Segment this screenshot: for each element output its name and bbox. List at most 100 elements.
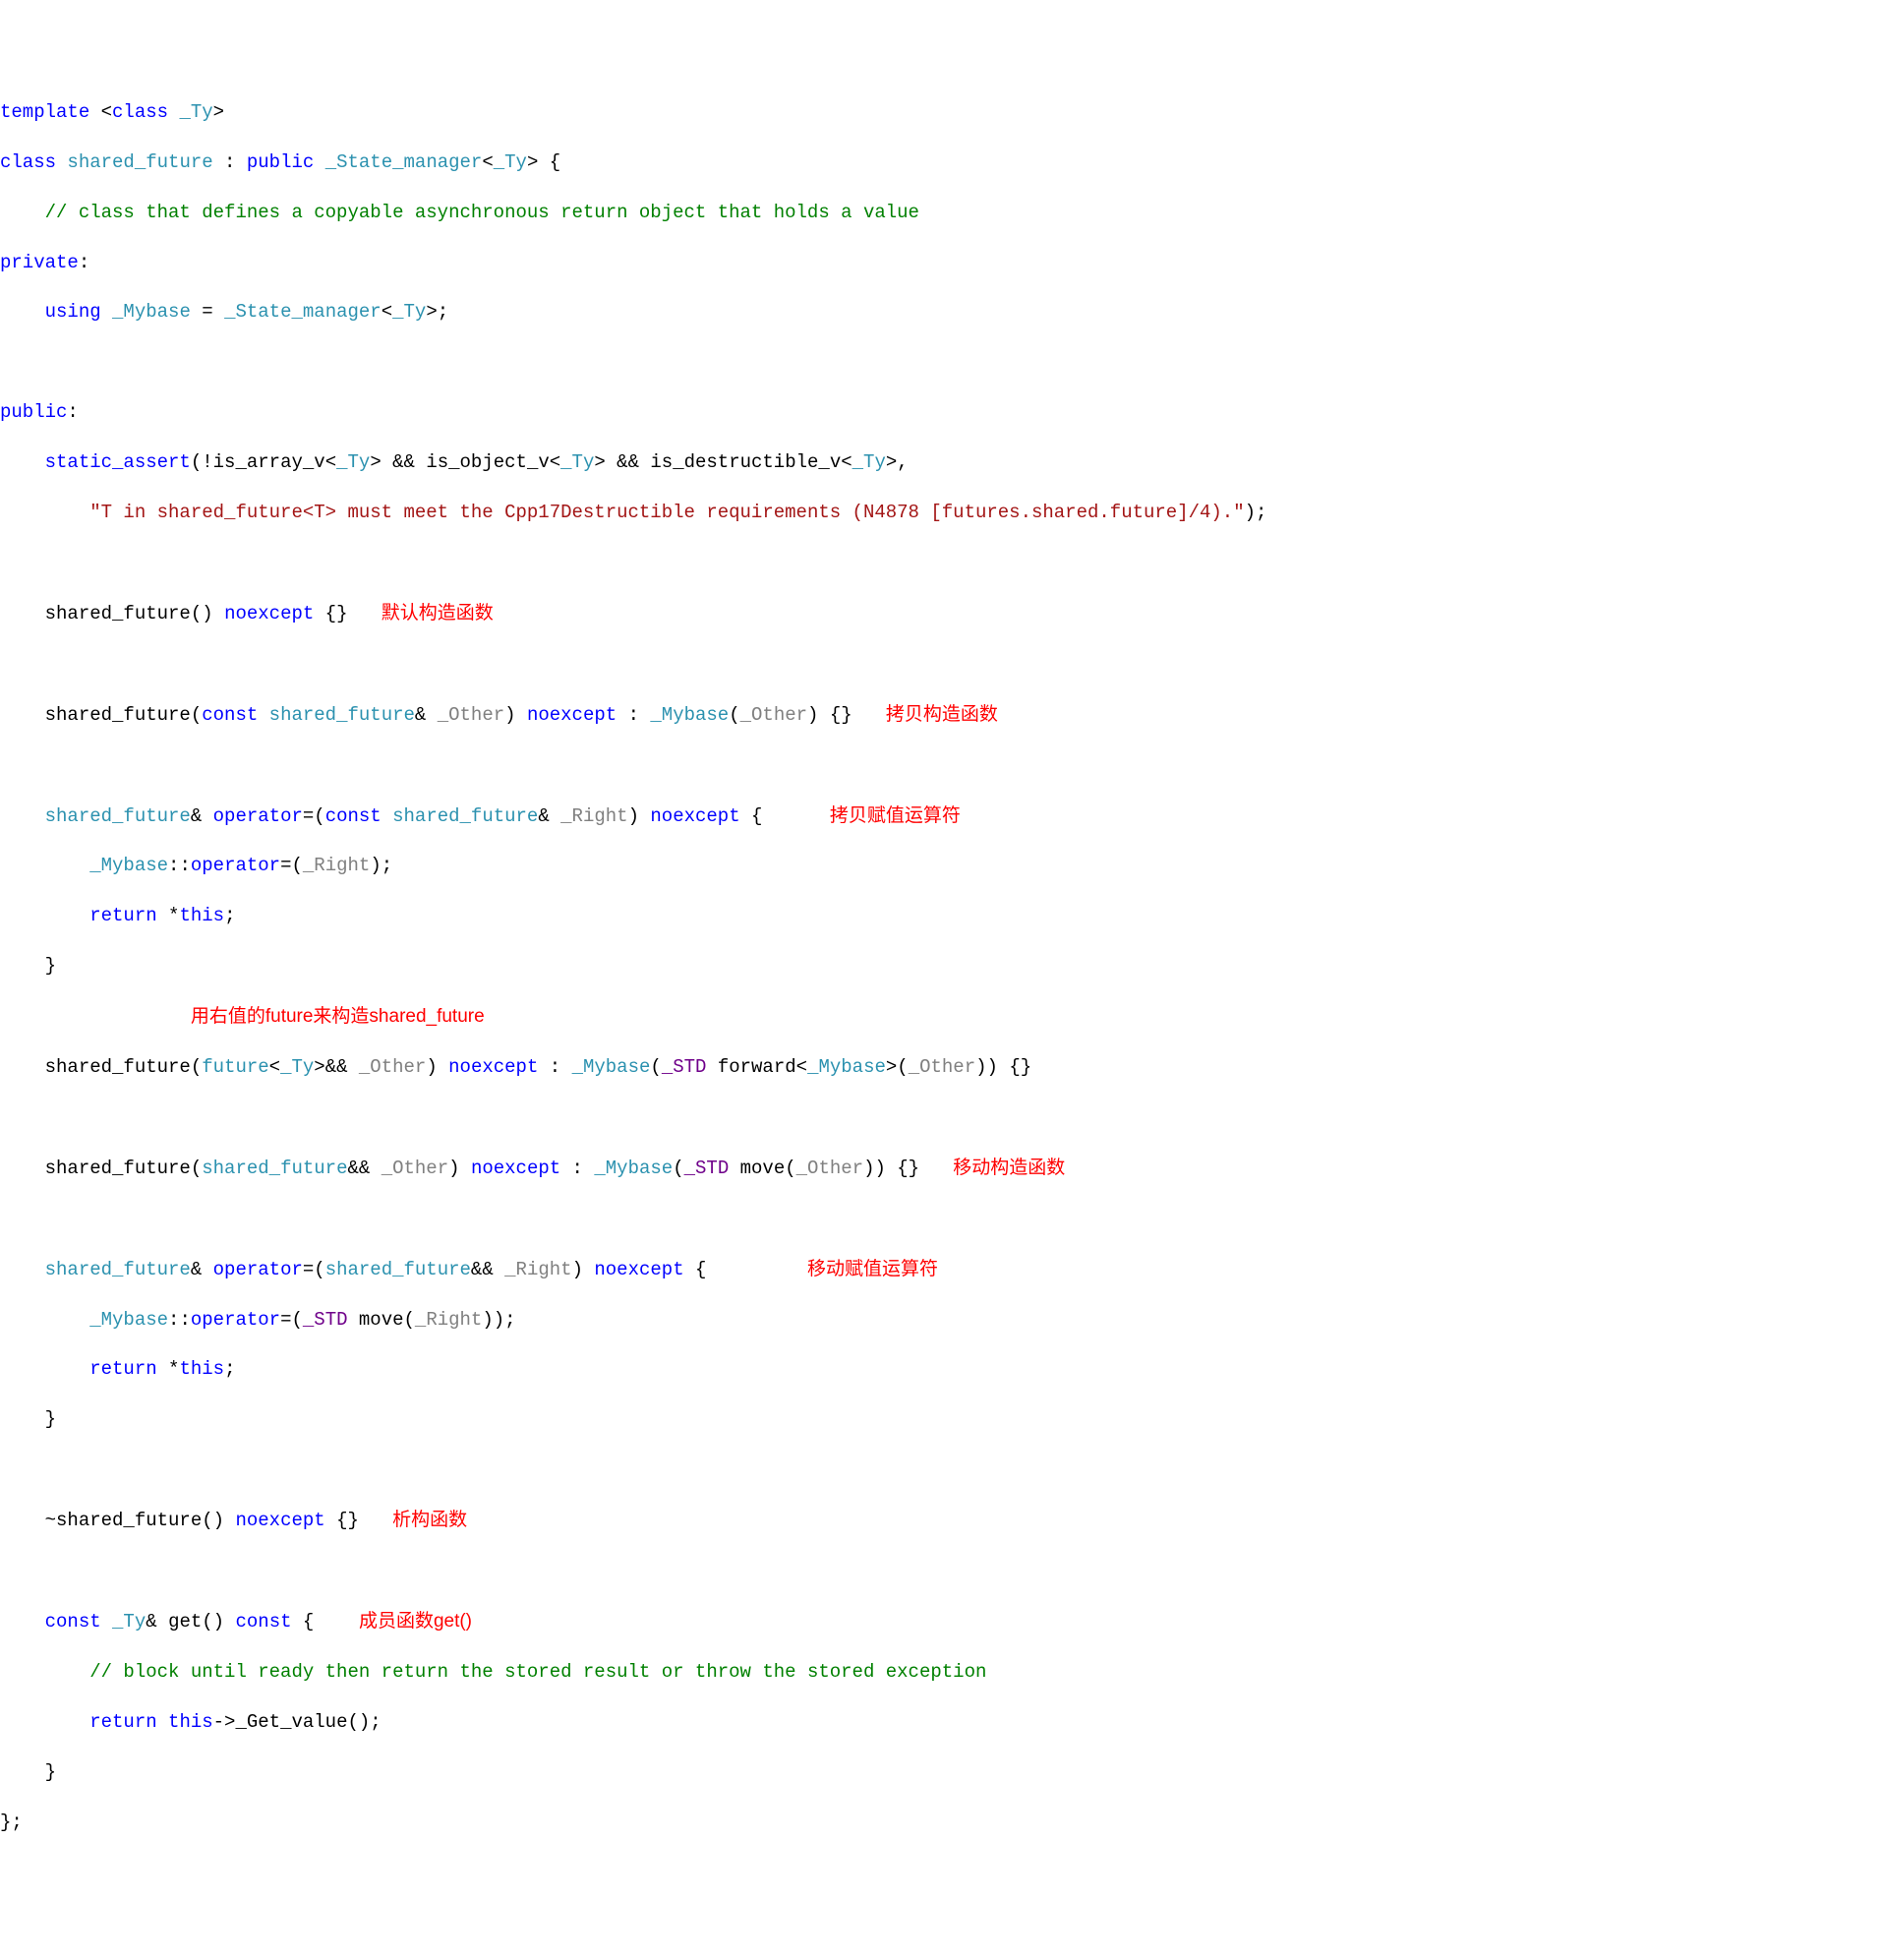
code-line: // class that defines a copyable asynchr…	[0, 201, 1880, 225]
code-line	[0, 652, 1880, 677]
is-array-v: is_array_v	[213, 451, 325, 473]
macro-std: _STD	[684, 1158, 730, 1179]
keyword-const: const	[325, 805, 382, 827]
code-line: template <class _Ty>	[0, 100, 1880, 125]
code-line	[0, 1559, 1880, 1583]
code-line: shared_future& operator=(const shared_fu…	[0, 803, 1880, 829]
shared-future-ctor: shared_future	[45, 704, 191, 726]
code-line: const _Ty& get() const { 成员函数get()	[0, 1609, 1880, 1634]
keyword-noexcept: noexcept	[594, 1259, 683, 1280]
code-line: public:	[0, 400, 1880, 425]
type-state-manager: _State_manager	[224, 301, 382, 323]
keyword-return: return	[89, 1358, 156, 1380]
code-line: return *this;	[0, 904, 1880, 928]
type-ty: _Ty	[280, 1056, 314, 1078]
type-ty: _Ty	[560, 451, 594, 473]
keyword-const: const	[45, 1611, 101, 1633]
type-ty: _Ty	[336, 451, 370, 473]
code-line: return this->_Get_value();	[0, 1710, 1880, 1735]
code-line	[0, 350, 1880, 375]
type-state-manager: _State_manager	[325, 151, 483, 173]
type-shared-future: shared_future	[392, 805, 538, 827]
comment: // class that defines a copyable asynchr…	[45, 202, 919, 223]
type-ty: _Ty	[112, 1611, 146, 1633]
code-line	[0, 1105, 1880, 1130]
keyword-noexcept: noexcept	[448, 1056, 538, 1078]
type-ty: _Ty	[494, 151, 527, 173]
type-future: future	[202, 1056, 268, 1078]
keyword-class: class	[112, 101, 168, 123]
keyword-operator: operator	[191, 1309, 280, 1331]
keyword-public: public	[0, 401, 67, 423]
param-right: _Right	[303, 855, 370, 876]
keyword-this: this	[168, 1711, 213, 1733]
keyword-public: public	[247, 151, 314, 173]
code-line	[0, 753, 1880, 778]
type-shared-future: shared_future	[67, 151, 212, 173]
annotation-dtor: 析构函数	[392, 1510, 467, 1530]
is-object-v: is_object_v	[426, 451, 549, 473]
keyword-noexcept: noexcept	[650, 805, 739, 827]
keyword-operator: operator	[213, 1259, 303, 1280]
code-line: };	[0, 1811, 1880, 1835]
func-move: move	[740, 1158, 786, 1179]
code-line: // block until ready then return the sto…	[0, 1660, 1880, 1685]
annotation-default-ctor: 默认构造函数	[382, 603, 494, 624]
code-line: }	[0, 1407, 1880, 1432]
type-shared-future: shared_future	[45, 805, 191, 827]
code-line: shared_future(shared_future&& _Other) no…	[0, 1156, 1880, 1181]
func-get-value: _Get_value	[235, 1711, 347, 1733]
func-get: get	[168, 1611, 202, 1633]
code-line: shared_future() noexcept {} 默认构造函数	[0, 601, 1880, 626]
type-ty: _Ty	[179, 101, 212, 123]
keyword-noexcept: noexcept	[224, 603, 314, 624]
keyword-noexcept: noexcept	[235, 1510, 324, 1531]
keyword-noexcept: noexcept	[527, 704, 617, 726]
comment: // block until ready then return the sto…	[89, 1661, 986, 1683]
code-line: _Mybase::operator=(_Right);	[0, 854, 1880, 878]
keyword-template: template	[0, 101, 89, 123]
type-mybase: _Mybase	[89, 1309, 168, 1331]
code-line	[0, 1207, 1880, 1231]
annotation-move-assign: 移动赋值运算符	[807, 1259, 938, 1279]
param-other: _Other	[359, 1056, 426, 1078]
annotation-copy-assign: 拷贝赋值运算符	[830, 805, 961, 826]
code-line: _Mybase::operator=(_STD move(_Right));	[0, 1308, 1880, 1333]
shared-future-dtor: shared_future	[56, 1510, 202, 1531]
code-line: }	[0, 954, 1880, 979]
param-other: _Other	[796, 1158, 863, 1179]
code-line: private:	[0, 251, 1880, 275]
keyword-operator: operator	[191, 855, 280, 876]
code-line	[0, 551, 1880, 575]
keyword-noexcept: noexcept	[471, 1158, 560, 1179]
keyword-const: const	[202, 704, 258, 726]
type-mybase: _Mybase	[572, 1056, 651, 1078]
param-other: _Other	[909, 1056, 975, 1078]
type-shared-future: shared_future	[325, 1259, 471, 1280]
code-line: using _Mybase = _State_manager<_Ty>;	[0, 300, 1880, 325]
type-mybase: _Mybase	[89, 855, 168, 876]
annotation-copy-ctor: 拷贝构造函数	[886, 704, 998, 725]
static-assert: static_assert	[45, 451, 191, 473]
code-line: return *this;	[0, 1357, 1880, 1382]
type-mybase: _Mybase	[594, 1158, 673, 1179]
annotation-move-ctor: 移动构造函数	[953, 1158, 1065, 1178]
type-mybase: _Mybase	[112, 301, 191, 323]
code-line: "T in shared_future<T> must meet the Cpp…	[0, 501, 1880, 525]
code-line: shared_future& operator=(shared_future&&…	[0, 1257, 1880, 1282]
type-shared-future: shared_future	[202, 1158, 347, 1179]
type-mybase: _Mybase	[650, 704, 729, 726]
func-forward: forward	[718, 1056, 796, 1078]
func-move: move	[359, 1309, 404, 1331]
code-line	[0, 1457, 1880, 1482]
shared-future-ctor: shared_future	[45, 1056, 191, 1078]
code-line: shared_future(const shared_future& _Othe…	[0, 702, 1880, 728]
string-literal: "T in shared_future<T> must meet the Cpp…	[89, 502, 1244, 523]
keyword-class: class	[0, 151, 56, 173]
macro-std: _STD	[303, 1309, 348, 1331]
type-shared-future: shared_future	[269, 704, 415, 726]
shared-future-ctor: shared_future	[45, 1158, 191, 1179]
param-other: _Other	[740, 704, 807, 726]
is-destructible-v: is_destructible_v	[650, 451, 841, 473]
annotation-rvalue-future: 用右值的future来构造shared_future	[191, 1006, 485, 1027]
